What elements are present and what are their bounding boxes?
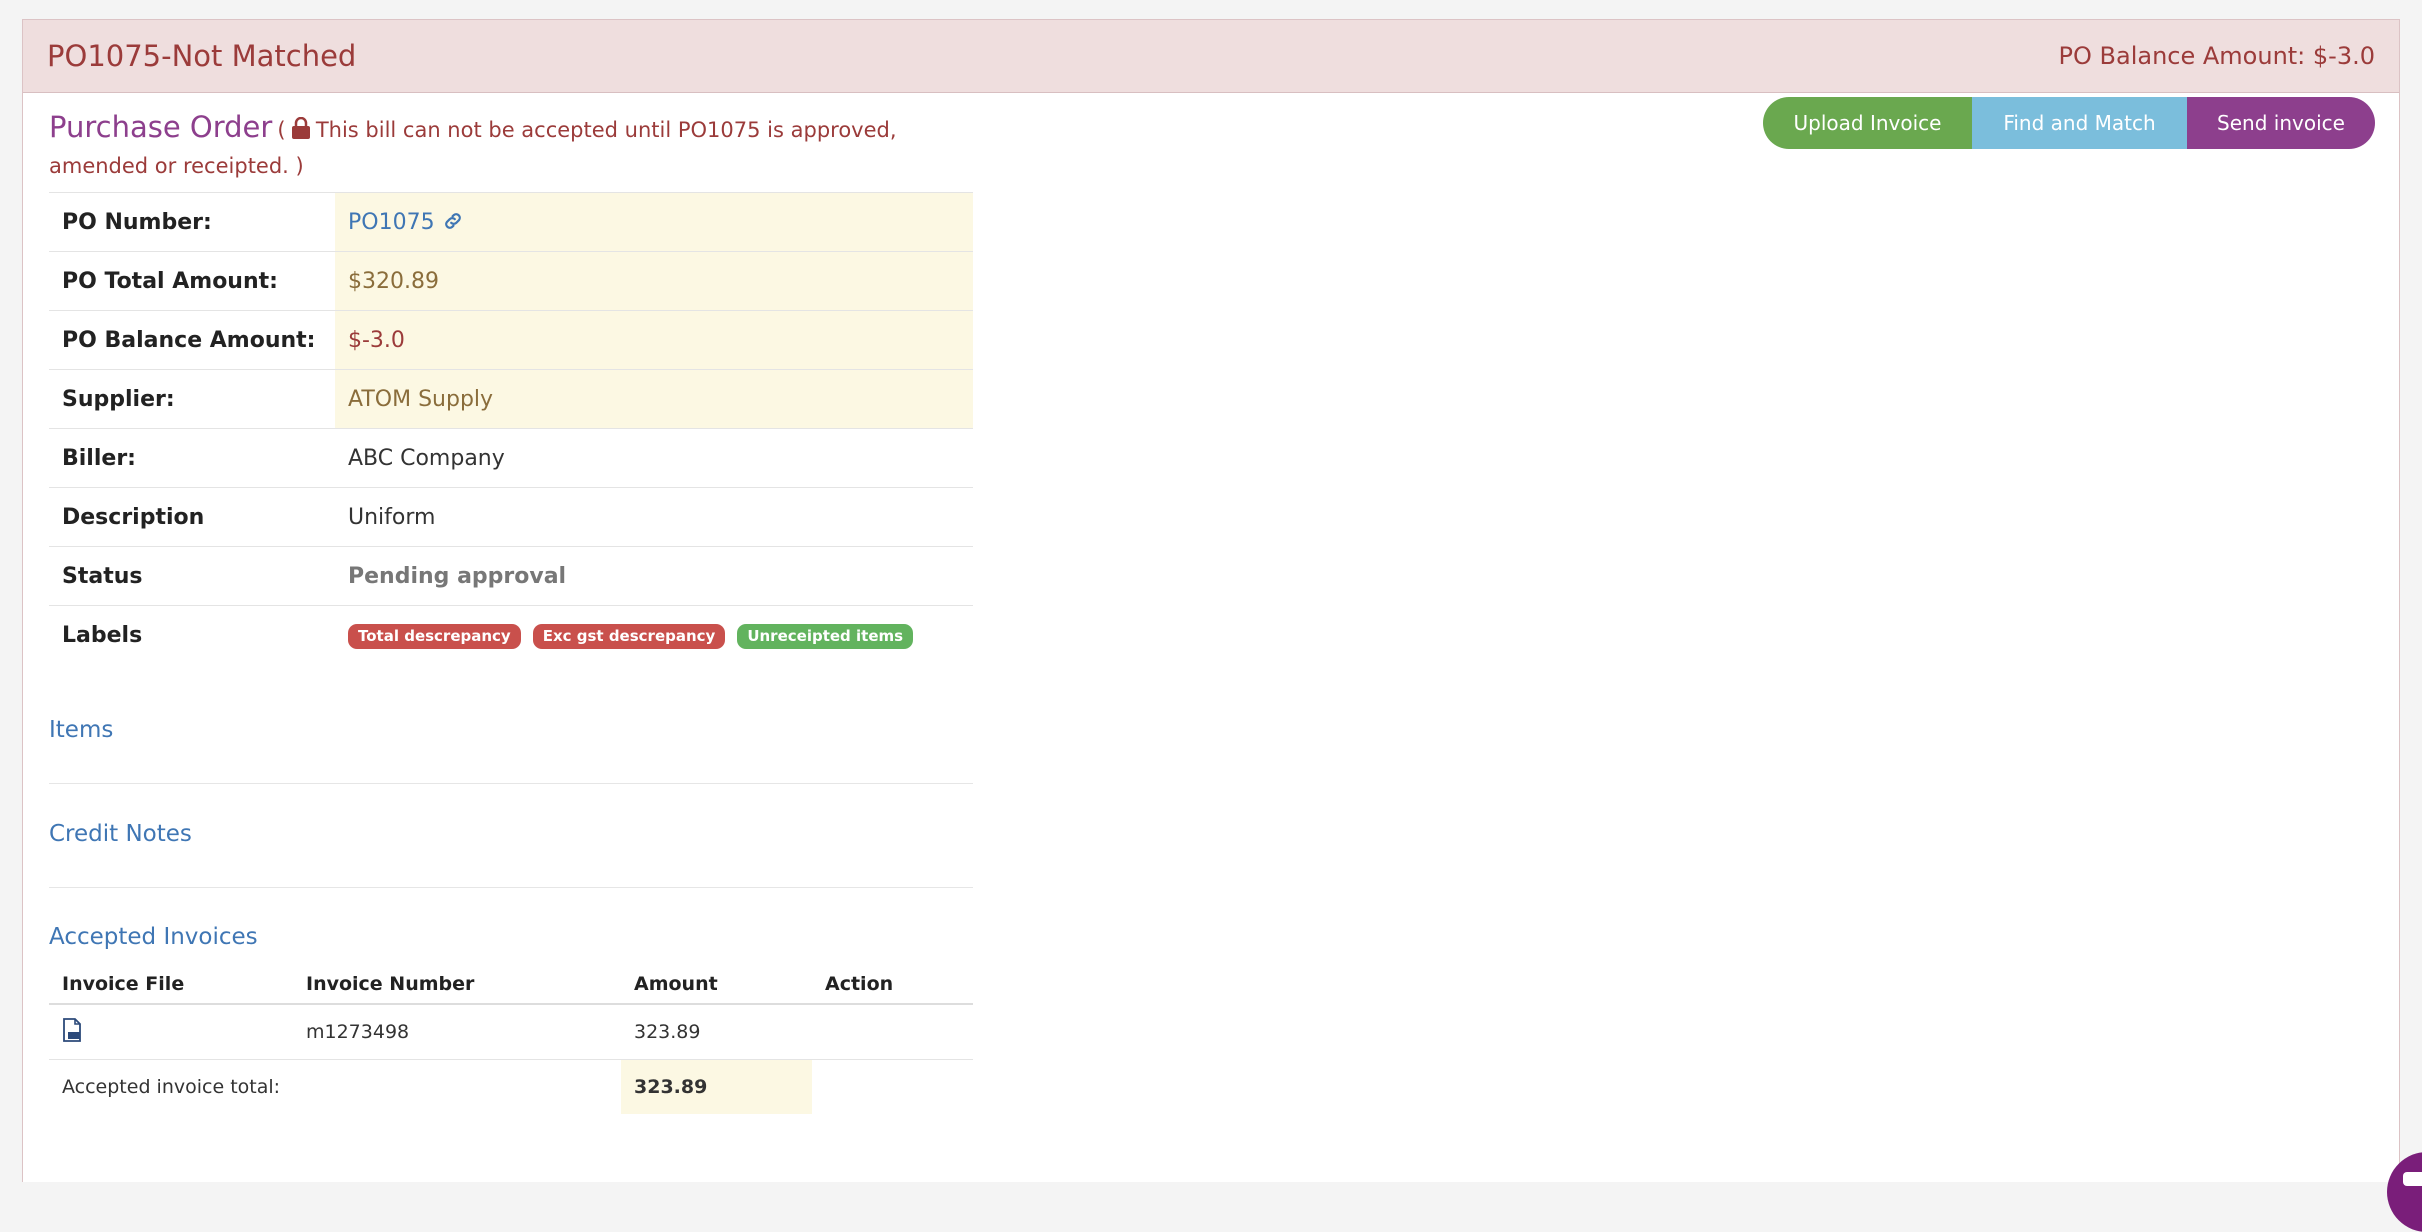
- po-total-value: $320.89: [335, 251, 973, 311]
- action-button-group: Upload Invoice Find and Match Send invoi…: [1763, 97, 2375, 149]
- label-badge-unreceipted-items: Unreceipted items: [737, 623, 914, 649]
- detail-row-total: PO Total Amount: $320.89: [49, 251, 973, 311]
- header-balance: PO Balance Amount: $-3.0: [2058, 42, 2375, 70]
- po-number-cell: PO1075: [335, 192, 973, 252]
- detail-row-status: Status Pending approval: [49, 546, 973, 606]
- items-section-link[interactable]: Items: [49, 717, 113, 743]
- col-action: Action: [812, 965, 973, 1005]
- biller-value: ABC Company: [335, 428, 973, 488]
- col-invoice-file: Invoice File: [49, 965, 293, 1005]
- send-invoice-button[interactable]: Send invoice: [2187, 97, 2375, 149]
- invoice-file-cell: [49, 1004, 293, 1060]
- label-badge-total-descrepancy: Total descrepancy: [348, 623, 521, 649]
- invoice-number-cell: m1273498: [293, 1004, 621, 1060]
- po-total-label: PO Total Amount:: [49, 251, 335, 311]
- page-title: PO1075-Not Matched: [47, 39, 357, 73]
- invoice-action-cell: [812, 1004, 973, 1060]
- items-divider: [49, 783, 973, 784]
- credit-notes-section-link[interactable]: Credit Notes: [49, 821, 192, 847]
- po-balance-value: $-3.0: [335, 310, 973, 370]
- col-amount: Amount: [621, 965, 812, 1005]
- po-details-table: PO Number: PO1075 PO Total Amount: $320.…: [49, 192, 973, 664]
- po-number-link[interactable]: PO1075: [348, 210, 435, 235]
- link-icon[interactable]: [442, 210, 464, 235]
- po-number-label: PO Number:: [49, 192, 335, 252]
- detail-row-biller: Biller: ABC Company: [49, 428, 973, 488]
- purchase-order-title: Purchase Order: [49, 110, 273, 144]
- status-value: Pending approval: [335, 546, 973, 606]
- detail-row-description: Description Uniform: [49, 487, 973, 547]
- po-note-open: (: [277, 118, 286, 142]
- po-balance-label: PO Balance Amount:: [49, 310, 335, 370]
- table-row: m1273498 323.89: [49, 1004, 973, 1060]
- detail-row-po-number: PO Number: PO1075: [49, 192, 973, 252]
- description-label: Description: [49, 487, 335, 547]
- detail-row-supplier: Supplier: ATOM Supply: [49, 369, 973, 429]
- accepted-invoices-table: Invoice File Invoice Number Amount Actio…: [49, 965, 973, 1114]
- credit-notes-divider: [49, 887, 973, 888]
- accepted-total-label: Accepted invoice total:: [62, 1076, 281, 1098]
- invoice-amount-cell: 323.89: [621, 1004, 812, 1060]
- supplier-value: ATOM Supply: [335, 369, 973, 429]
- lock-icon: [291, 116, 311, 150]
- accepted-total-value: 323.89: [621, 1059, 812, 1114]
- po-heading: Purchase Order ( This bill can not be ac…: [49, 111, 989, 184]
- invoices-total-row: Accepted invoice total: 323.89: [49, 1059, 973, 1115]
- status-label: Status: [49, 546, 335, 606]
- labels-label: Labels: [49, 605, 335, 664]
- detail-row-balance: PO Balance Amount: $-3.0: [49, 310, 973, 370]
- detail-row-labels: Labels Total descrepancy Exc gst descrep…: [49, 605, 973, 664]
- find-and-match-button[interactable]: Find and Match: [1972, 97, 2187, 149]
- labels-cell: Total descrepancy Exc gst descrepancy Un…: [335, 605, 973, 664]
- pdf-file-icon[interactable]: [62, 1017, 82, 1047]
- label-badge-exc-gst-descrepancy: Exc gst descrepancy: [532, 623, 726, 649]
- col-invoice-number: Invoice Number: [293, 965, 621, 1005]
- description-value: Uniform: [335, 487, 973, 547]
- accepted-invoices-section-link[interactable]: Accepted Invoices: [49, 924, 258, 950]
- panel-header: PO1075-Not Matched PO Balance Amount: $-…: [23, 20, 2399, 93]
- upload-invoice-button[interactable]: Upload Invoice: [1763, 97, 1972, 149]
- supplier-label: Supplier:: [49, 369, 335, 429]
- invoices-header-row: Invoice File Invoice Number Amount Actio…: [49, 965, 973, 1005]
- biller-label: Biller:: [49, 428, 335, 488]
- total-row-spacer: [812, 1060, 973, 1115]
